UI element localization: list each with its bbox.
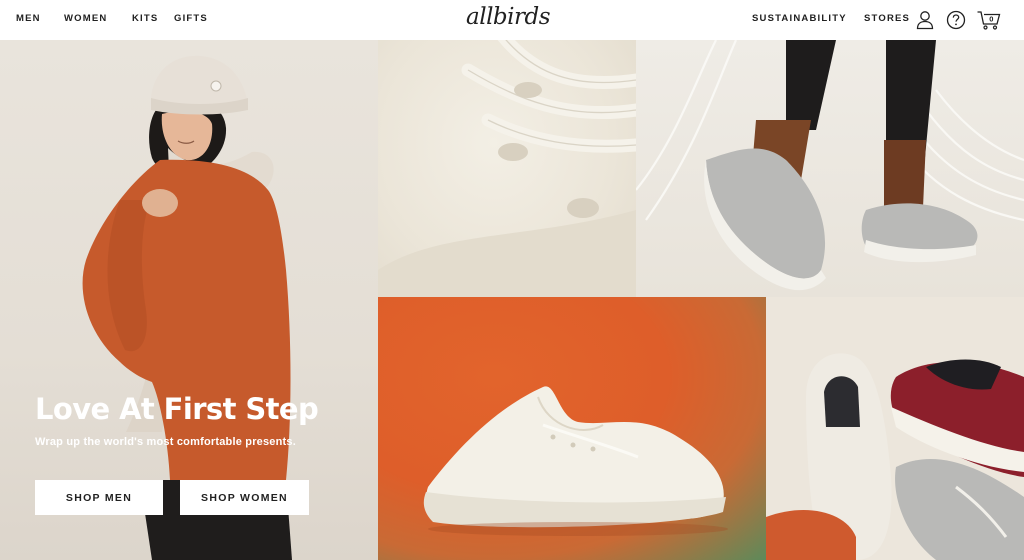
shoe-pile-photo — [766, 297, 1024, 560]
nav-sustainability[interactable]: SUSTAINABILITY — [752, 13, 847, 24]
cart-icon[interactable]: 0 — [976, 9, 1002, 31]
white-shoe-illustration — [423, 386, 728, 536]
help-icon[interactable] — [945, 9, 967, 31]
cart-count: 0 — [989, 15, 993, 24]
site-header: MEN WOMEN KITS GIFTS allbirds SUSTAINABI… — [0, 0, 1024, 40]
nav-women[interactable]: WOMEN — [64, 13, 107, 24]
nav-stores[interactable]: STORES — [864, 13, 910, 24]
walking-runners-photo — [636, 40, 1024, 297]
walking-illustration — [636, 40, 1024, 291]
hero-title: Love At First Step — [35, 392, 319, 426]
tree-runner-white-photo — [378, 297, 766, 560]
laces-illustration — [378, 40, 636, 297]
nav-men[interactable]: MEN — [16, 13, 41, 24]
wool-closeup-photo — [378, 40, 636, 297]
hero-collage: Love At First Step Wrap up the world's m… — [0, 40, 1024, 560]
shop-women-button[interactable]: SHOP WOMEN — [180, 480, 309, 515]
allbirds-logo[interactable]: allbirds — [466, 4, 551, 30]
account-icon[interactable] — [914, 9, 936, 31]
hero-subtitle: Wrap up the world's most comfortable pre… — [35, 436, 296, 448]
nav-gifts[interactable]: GIFTS — [174, 13, 208, 24]
shop-men-button[interactable]: SHOP MEN — [35, 480, 163, 515]
shoe-pile-illustration — [766, 353, 1024, 560]
nav-kits[interactable]: KITS — [132, 13, 158, 24]
hero-text-block: Love At First Step Wrap up the world's m… — [35, 392, 319, 448]
